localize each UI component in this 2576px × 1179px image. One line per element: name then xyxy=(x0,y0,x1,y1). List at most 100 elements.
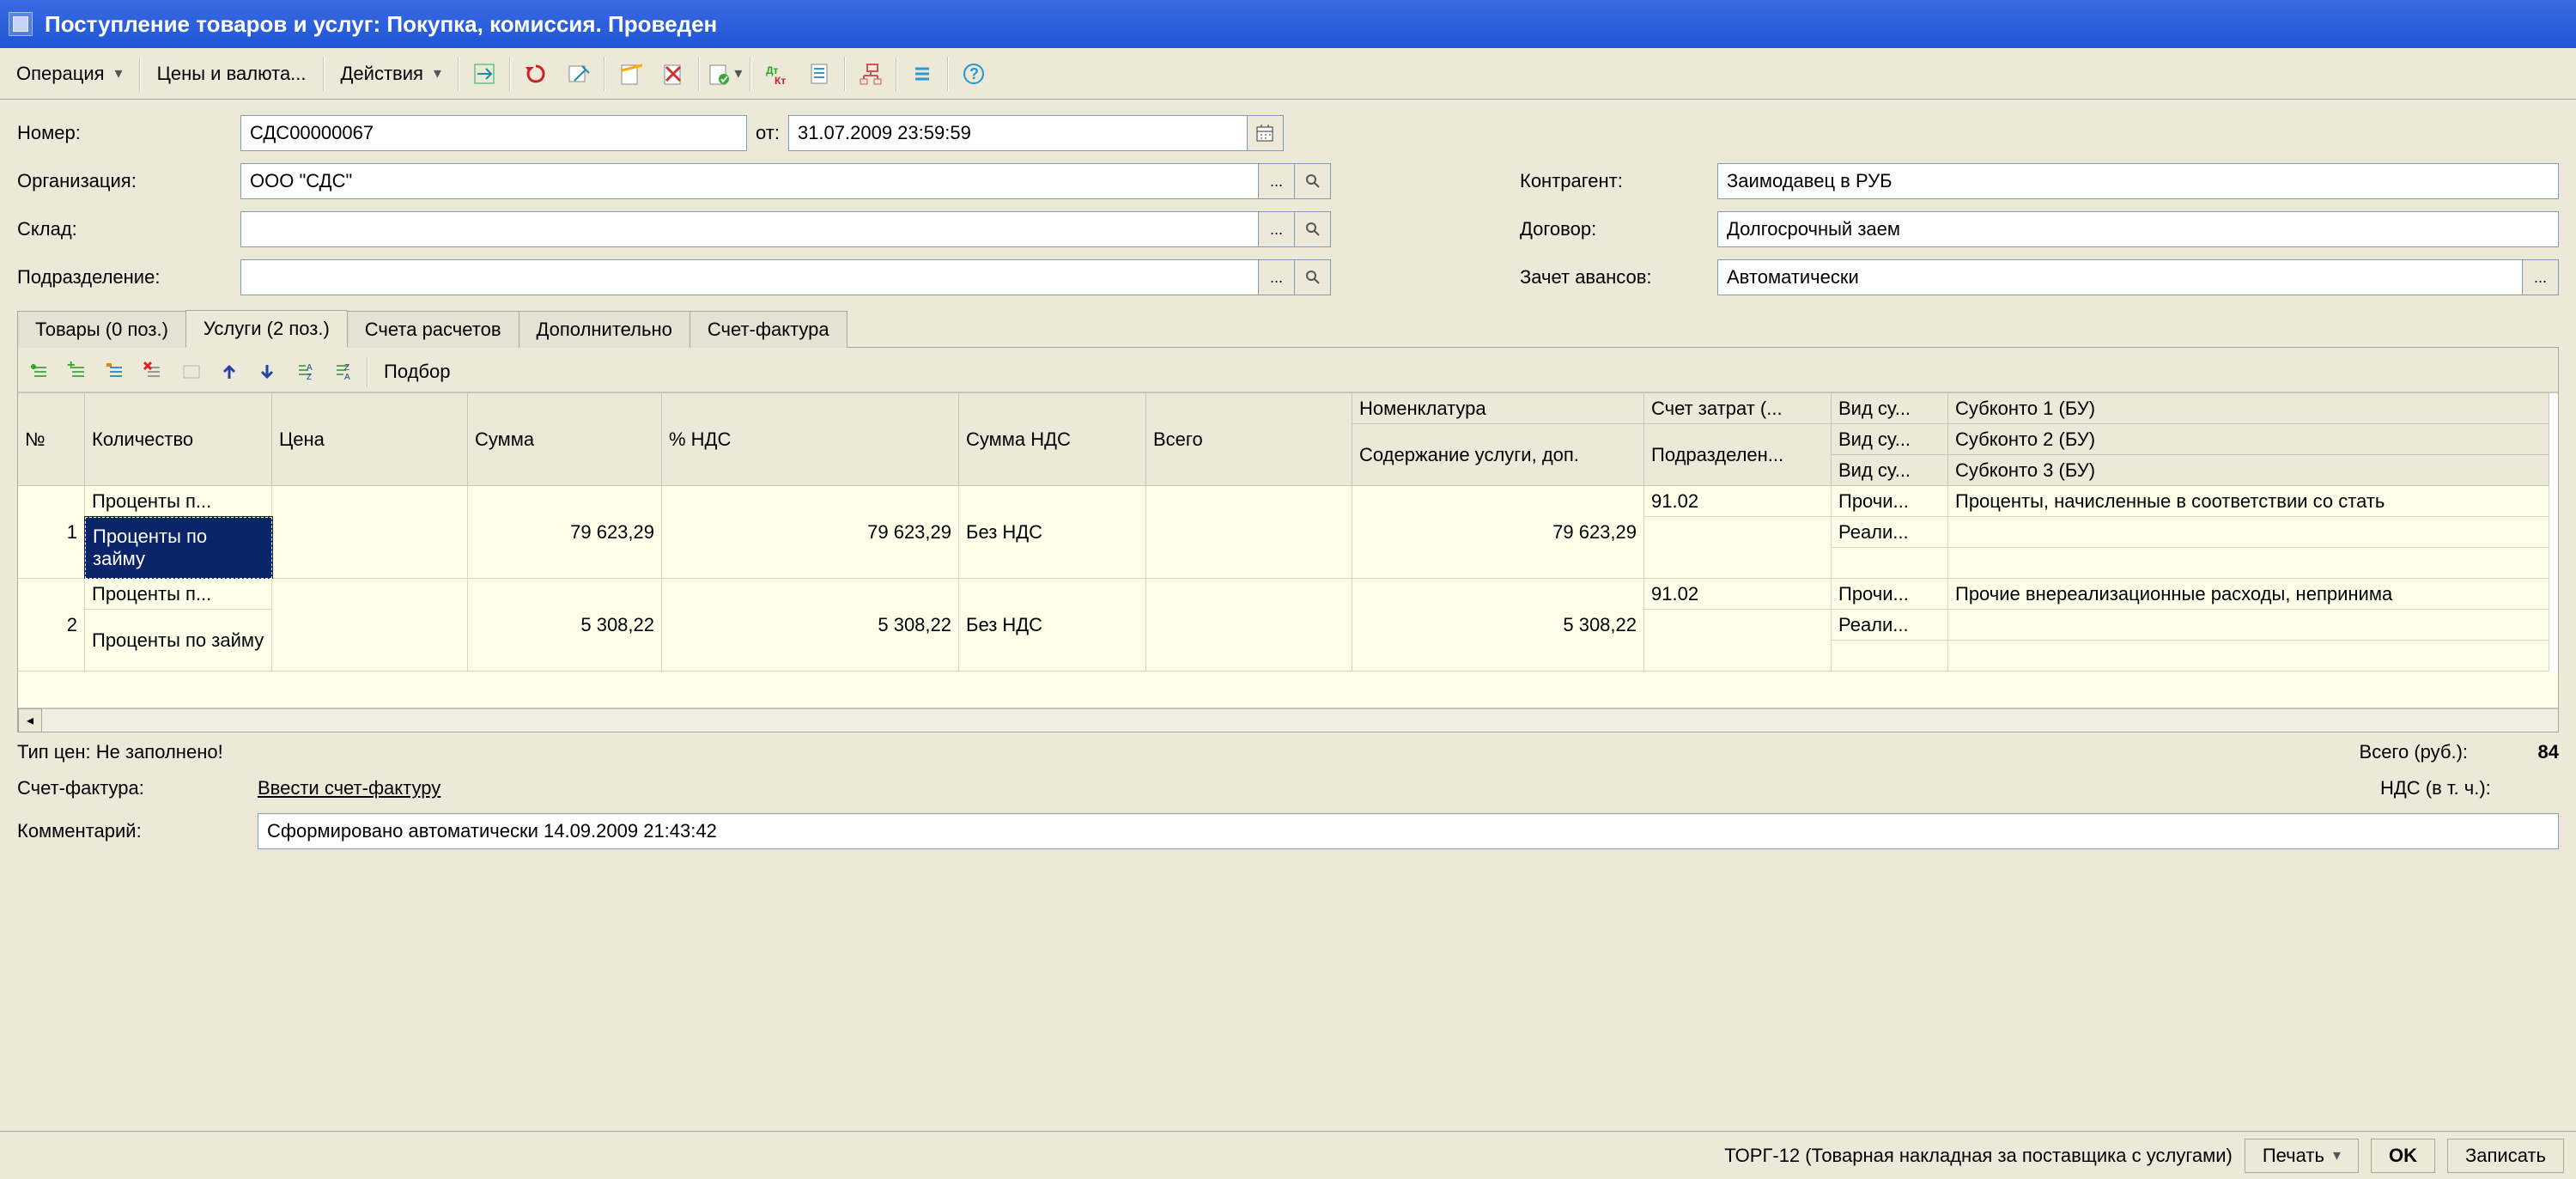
cell-vatsum[interactable] xyxy=(1146,486,1352,579)
help-icon[interactable]: ? xyxy=(954,54,993,94)
contract-input[interactable]: Долгосрочный заем xyxy=(1717,211,2559,247)
col-expkind[interactable]: Вид су... xyxy=(1832,393,1948,424)
cell-sub3[interactable] xyxy=(1948,548,2549,579)
col-vat[interactable]: % НДС xyxy=(662,393,959,486)
settings-row-icon[interactable] xyxy=(174,355,209,389)
cell-exp2[interactable]: Реали... xyxy=(1832,517,1948,548)
cell-acct[interactable]: 91.02 xyxy=(1644,579,1832,610)
col-vatsum[interactable]: Сумма НДС xyxy=(959,393,1146,486)
cell-n[interactable]: 2 xyxy=(18,579,85,672)
unpost-doc-icon[interactable] xyxy=(653,54,693,94)
cell-nomen[interactable]: Проценты п... xyxy=(85,579,272,610)
add-row-icon[interactable] xyxy=(23,355,58,389)
cell-qty[interactable] xyxy=(272,579,468,672)
open-button[interactable] xyxy=(1295,163,1331,199)
number-input[interactable]: СДС00000067 xyxy=(240,115,747,151)
report-icon[interactable] xyxy=(799,54,839,94)
cell-sum[interactable]: 5 308,22 xyxy=(662,579,959,672)
calendar-icon[interactable] xyxy=(1248,115,1284,151)
move-up-icon[interactable] xyxy=(212,355,246,389)
open-button[interactable] xyxy=(1295,211,1331,247)
services-grid[interactable]: № Номенклатура Количество Цена Сумма % Н… xyxy=(18,392,2558,672)
warehouse-input[interactable] xyxy=(240,211,1259,247)
advance-input[interactable]: Автоматически xyxy=(1717,259,2523,295)
select-button[interactable]: ... xyxy=(1259,163,1295,199)
col-sub1[interactable]: Субконто 1 (БУ) xyxy=(1948,393,2549,424)
cell-total[interactable]: 79 623,29 xyxy=(1352,486,1644,579)
date-input[interactable]: 31.07.2009 23:59:59 xyxy=(788,115,1248,151)
col-sub2[interactable]: Субконто 2 (БУ) xyxy=(1948,424,2549,455)
prices-button[interactable]: Цены и валюта... xyxy=(144,54,319,94)
col-sub3[interactable]: Субконто 3 (БУ) xyxy=(1948,455,2549,486)
cell-exp1[interactable]: Прочи... xyxy=(1832,486,1948,517)
write-icon[interactable]: ▾ xyxy=(705,54,744,94)
col-n[interactable]: № xyxy=(18,393,85,486)
col-expkind3[interactable]: Вид су... xyxy=(1832,455,1948,486)
sort-asc-icon[interactable]: AZ xyxy=(288,355,322,389)
col-nomenclature[interactable]: Номенклатура xyxy=(1352,393,1644,424)
col-price[interactable]: Цена xyxy=(272,393,468,486)
tab-services[interactable]: Услуги (2 поз.) xyxy=(185,310,348,348)
cell-vatsum[interactable] xyxy=(1146,579,1352,672)
tab-extra[interactable]: Дополнительно xyxy=(519,311,690,348)
cell-qty[interactable] xyxy=(272,486,468,579)
print-button[interactable]: Печать ▾ xyxy=(2245,1139,2359,1173)
cell-total[interactable]: 5 308,22 xyxy=(1352,579,1644,672)
cell-dept2[interactable] xyxy=(1644,517,1832,579)
enter-invoice-link[interactable]: Ввести счет-фактуру xyxy=(258,777,440,799)
goto-icon[interactable] xyxy=(465,54,504,94)
select-button[interactable]: ... xyxy=(1259,259,1295,295)
add-copy-row-icon[interactable]: + xyxy=(61,355,95,389)
scroll-left-icon[interactable]: ◂ xyxy=(18,708,42,732)
cell-exp3[interactable] xyxy=(1832,641,1948,672)
org-input[interactable]: ООО "СДС" xyxy=(240,163,1259,199)
tab-goods[interactable]: Товары (0 поз.) xyxy=(17,311,186,348)
cell-exp1[interactable]: Прочи... xyxy=(1832,579,1948,610)
actions-menu[interactable]: Действия ▾ xyxy=(328,54,454,94)
col-sum[interactable]: Сумма xyxy=(468,393,662,486)
cell-dept2[interactable] xyxy=(1644,610,1832,672)
dept-input[interactable] xyxy=(240,259,1259,295)
col-acct[interactable]: Счет затрат (... xyxy=(1644,393,1832,424)
col-dept2[interactable]: Подразделен... xyxy=(1644,424,1832,486)
cell-sub1[interactable]: Проценты, начисленные в соответствии со … xyxy=(1948,486,2549,517)
operation-menu[interactable]: Операция ▾ xyxy=(3,54,136,94)
move-down-icon[interactable] xyxy=(250,355,284,389)
col-qty[interactable]: Количество xyxy=(85,393,272,486)
cell-vat[interactable]: Без НДС xyxy=(959,486,1146,579)
col-expkind2[interactable]: Вид су... xyxy=(1832,424,1948,455)
dtk-icon[interactable]: ДтКт xyxy=(756,54,796,94)
cell-sub2[interactable] xyxy=(1948,610,2549,641)
list-icon[interactable] xyxy=(902,54,942,94)
selection-button[interactable]: Подбор xyxy=(374,357,460,386)
save-button[interactable]: Записать xyxy=(2447,1139,2564,1173)
col-content[interactable]: Содержание услуги, доп. xyxy=(1352,424,1644,486)
basis-icon[interactable] xyxy=(559,54,598,94)
cell-price[interactable]: 79 623,29 xyxy=(468,486,662,579)
cell-content[interactable]: Проценты по займу xyxy=(85,610,272,672)
cell-vat[interactable]: Без НДС xyxy=(959,579,1146,672)
sort-desc-icon[interactable]: ZA xyxy=(325,355,360,389)
post-doc-icon[interactable] xyxy=(611,54,650,94)
edit-row-icon[interactable] xyxy=(99,355,133,389)
col-total[interactable]: Всего xyxy=(1146,393,1352,486)
cell-nomen[interactable]: Проценты п... xyxy=(85,486,272,517)
cell-price[interactable]: 5 308,22 xyxy=(468,579,662,672)
refresh-icon[interactable] xyxy=(516,54,556,94)
cell-sub3[interactable] xyxy=(1948,641,2549,672)
cell-n[interactable]: 1 xyxy=(18,486,85,579)
tab-accounts[interactable]: Счета расчетов xyxy=(347,311,519,348)
cell-acct[interactable]: 91.02 xyxy=(1644,486,1832,517)
cell-sub2[interactable] xyxy=(1948,517,2549,548)
tab-invoice[interactable]: Счет-фактура xyxy=(690,311,848,348)
cell-exp2[interactable]: Реали... xyxy=(1832,610,1948,641)
select-button[interactable]: ... xyxy=(2523,259,2559,295)
h-scrollbar[interactable]: ◂ xyxy=(18,708,2558,732)
ok-button[interactable]: OK xyxy=(2371,1139,2435,1173)
cell-sub1[interactable]: Прочие внереализационные расходы, неприн… xyxy=(1948,579,2549,610)
comment-input[interactable]: Сформировано автоматически 14.09.2009 21… xyxy=(258,813,2559,849)
cell-content-selected[interactable]: Проценты по займу xyxy=(85,517,272,579)
cell-exp3[interactable] xyxy=(1832,548,1948,579)
delete-row-icon[interactable] xyxy=(137,355,171,389)
cell-sum[interactable]: 79 623,29 xyxy=(662,486,959,579)
